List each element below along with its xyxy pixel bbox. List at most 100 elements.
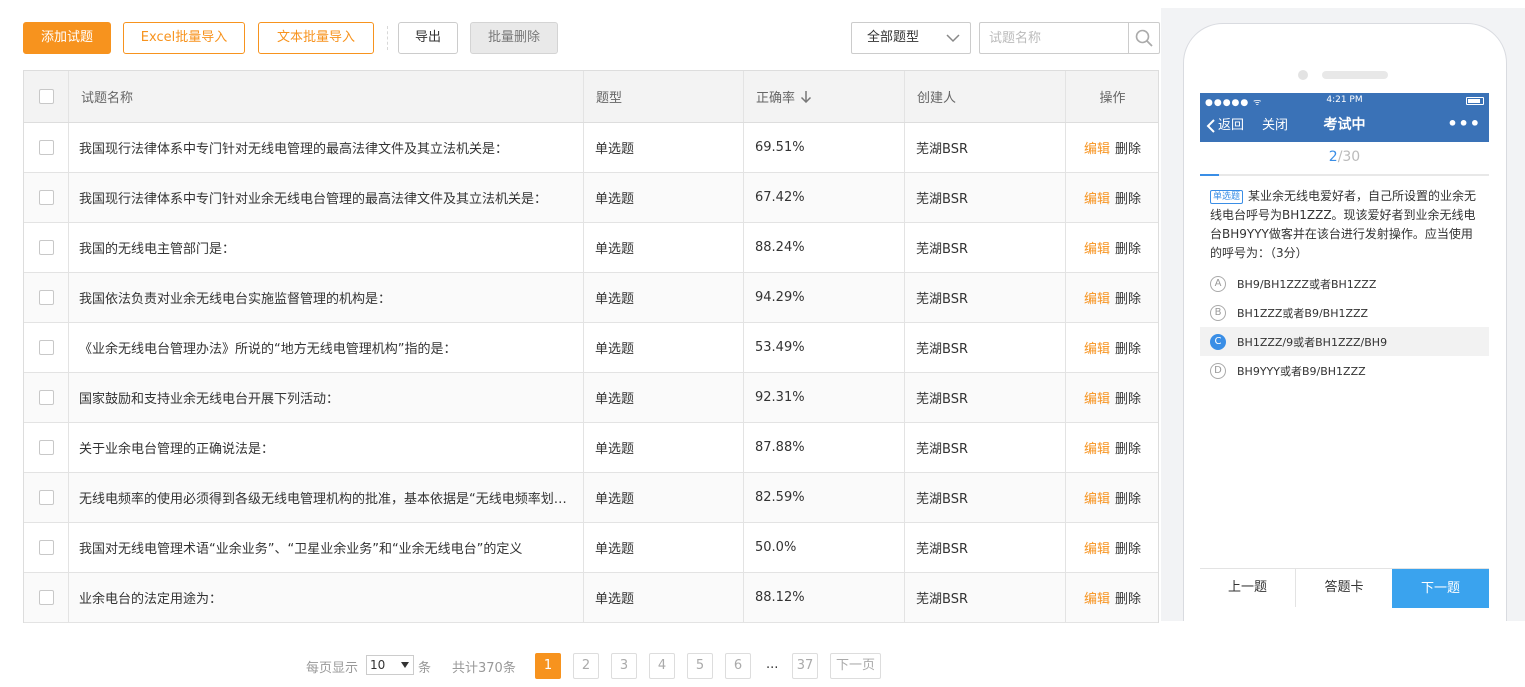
- delete-link[interactable]: 删除: [1115, 338, 1141, 357]
- row-checkbox[interactable]: [38, 390, 54, 405]
- per-page-select[interactable]: 10: [366, 655, 414, 675]
- back-button[interactable]: 返回: [1206, 109, 1244, 142]
- option-letter: B: [1210, 304, 1226, 321]
- row-checkbox[interactable]: [38, 140, 54, 155]
- next-page-button[interactable]: 下一页: [830, 653, 881, 679]
- select-all-checkbox[interactable]: [38, 89, 54, 104]
- question-name-cell: 《业余无线电台管理办法》所说的“地方无线电管理机构”指的是：: [69, 323, 584, 372]
- delete-link[interactable]: 删除: [1115, 238, 1141, 257]
- question-type: 单选题: [584, 373, 744, 422]
- correct-rate: 50.0%: [744, 523, 905, 572]
- option-text: BH9/BH1ZZZ或者BH1ZZZ: [1237, 277, 1377, 291]
- delete-link[interactable]: 删除: [1115, 538, 1141, 557]
- question-name: 关于业余电台管理的正确说法是：: [79, 442, 275, 457]
- chevron-left-icon: [1206, 118, 1215, 133]
- row-checkbox-cell: [24, 123, 69, 172]
- answer-card-button[interactable]: 答题卡: [1296, 569, 1392, 607]
- search-input[interactable]: [980, 23, 1129, 53]
- question-type-tag: 单选题: [1210, 190, 1244, 204]
- row-checkbox-cell: [24, 423, 69, 472]
- edit-link[interactable]: 编辑: [1084, 388, 1110, 407]
- option-letter: C: [1210, 333, 1226, 350]
- speaker-grill: [1322, 71, 1388, 79]
- prev-question-button[interactable]: 上一题: [1200, 569, 1296, 607]
- header-name: 试题名称: [69, 71, 584, 122]
- next-question-button[interactable]: 下一题: [1392, 569, 1489, 608]
- creator: 芜湖BSR: [905, 523, 1066, 572]
- search-box: [979, 22, 1160, 54]
- page-button-last[interactable]: 37: [792, 653, 818, 679]
- edit-link[interactable]: 编辑: [1084, 238, 1110, 257]
- total-count: 共计370条: [452, 661, 516, 676]
- row-checkbox[interactable]: [38, 540, 54, 555]
- questions-table: 试题名称 题型 正确率 创建人 操作 我国现行法律体系中专门针对无线电管理的最高…: [23, 70, 1159, 623]
- edit-link[interactable]: 编辑: [1084, 538, 1110, 557]
- progress-current: 2: [1328, 149, 1338, 165]
- page-button-5[interactable]: 5: [687, 653, 713, 679]
- edit-link[interactable]: 编辑: [1084, 138, 1110, 157]
- row-checkbox[interactable]: [38, 340, 54, 355]
- per-page-value: 10: [370, 658, 386, 672]
- delete-link[interactable]: 删除: [1115, 438, 1141, 457]
- row-checkbox[interactable]: [38, 190, 54, 205]
- option-letter: A: [1210, 275, 1226, 292]
- edit-link[interactable]: 编辑: [1084, 338, 1110, 357]
- delete-link[interactable]: 删除: [1115, 488, 1141, 507]
- more-icon[interactable]: •••: [1447, 109, 1481, 139]
- row-checkbox[interactable]: [38, 440, 54, 455]
- edit-link[interactable]: 编辑: [1084, 488, 1110, 507]
- row-actions: 编辑 删除: [1066, 323, 1159, 372]
- correct-rate: 87.88%: [744, 423, 905, 472]
- delete-link[interactable]: 删除: [1115, 138, 1141, 157]
- delete-link[interactable]: 删除: [1115, 588, 1141, 607]
- page-button-1[interactable]: 1: [535, 653, 561, 679]
- toolbar: 添加试题 Excel批量导入 文本批量导入 导出 批量删除 全部题型: [23, 22, 1160, 54]
- delete-link[interactable]: 删除: [1115, 188, 1141, 207]
- sort-down-icon: [800, 91, 812, 103]
- close-button[interactable]: 关闭: [1262, 109, 1288, 142]
- row-checkbox-cell: [24, 173, 69, 222]
- batch-delete-button[interactable]: 批量删除: [470, 22, 558, 54]
- page-button-3[interactable]: 3: [611, 653, 637, 679]
- phone-navbar: 返回 关闭 考试中 •••: [1200, 109, 1489, 142]
- question-type: 单选题: [584, 123, 744, 172]
- page-button-6[interactable]: 6: [725, 653, 751, 679]
- row-checkbox[interactable]: [38, 240, 54, 255]
- header-creator: 创建人: [905, 71, 1066, 122]
- option-text: BH1ZZZ或者B9/BH1ZZZ: [1237, 306, 1369, 320]
- delete-link[interactable]: 删除: [1115, 388, 1141, 407]
- row-checkbox-cell: [24, 273, 69, 322]
- delete-link[interactable]: 删除: [1115, 288, 1141, 307]
- excel-import-button[interactable]: Excel批量导入: [123, 22, 245, 54]
- text-import-button[interactable]: 文本批量导入: [258, 22, 374, 54]
- creator: 芜湖BSR: [905, 273, 1066, 322]
- page-ellipsis: ...: [766, 657, 779, 672]
- header-rate-label: 正确率: [756, 91, 796, 106]
- header-ops: 操作: [1099, 91, 1126, 106]
- edit-link[interactable]: 编辑: [1084, 438, 1110, 457]
- correct-rate: 69.51%: [744, 123, 905, 172]
- edit-link[interactable]: 编辑: [1084, 188, 1110, 207]
- page-button-4[interactable]: 4: [649, 653, 675, 679]
- creator: 芜湖BSR: [905, 573, 1066, 622]
- row-checkbox[interactable]: [38, 590, 54, 605]
- add-question-button[interactable]: 添加试题: [23, 22, 111, 54]
- row-checkbox[interactable]: [38, 490, 54, 505]
- table-body: 我国现行法律体系中专门针对无线电管理的最高法律文件及其立法机关是： 单选题 69.5…: [24, 123, 1158, 623]
- question-type-select[interactable]: 全部题型: [851, 22, 971, 54]
- option-b[interactable]: B BH1ZZZ或者B9/BH1ZZZ: [1200, 298, 1489, 327]
- edit-link[interactable]: 编辑: [1084, 288, 1110, 307]
- row-checkbox[interactable]: [38, 290, 54, 305]
- option-c[interactable]: C BH1ZZZ/9或者BH1ZZZ/BH9: [1200, 327, 1489, 356]
- header-rate[interactable]: 正确率: [744, 71, 905, 122]
- option-d[interactable]: D BH9YYY或者B9/BH1ZZZ: [1200, 356, 1489, 385]
- creator: 芜湖BSR: [905, 123, 1066, 172]
- status-time: 4:21 PM: [1326, 95, 1363, 105]
- export-button[interactable]: 导出: [398, 22, 458, 54]
- back-label: 返回: [1218, 118, 1245, 133]
- search-button[interactable]: [1128, 23, 1159, 53]
- edit-link[interactable]: 编辑: [1084, 588, 1110, 607]
- question-name: 《业余无线电台管理办法》所说的“地方无线电管理机构”指的是：: [79, 342, 457, 357]
- page-button-2[interactable]: 2: [573, 653, 599, 679]
- option-a[interactable]: A BH9/BH1ZZZ或者BH1ZZZ: [1200, 269, 1489, 298]
